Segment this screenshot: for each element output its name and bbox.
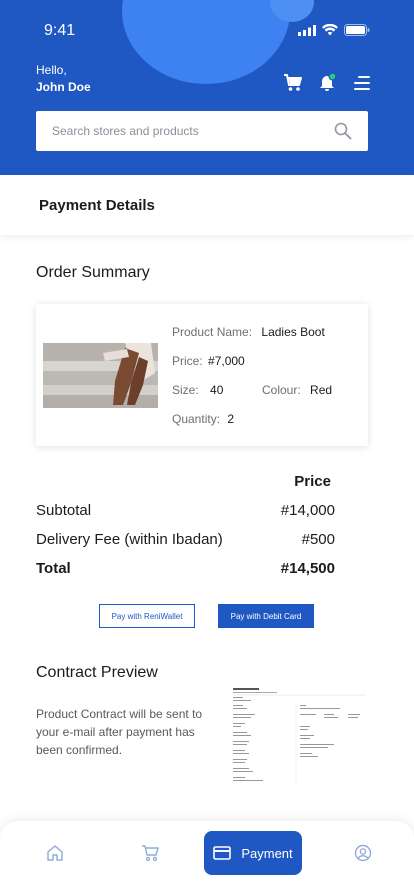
search-bar[interactable] <box>36 111 368 151</box>
page-title: Payment Details <box>39 196 155 214</box>
bottom-navigation: Payment <box>0 821 414 885</box>
battery-icon <box>344 24 370 36</box>
product-card: Product Name: Ladies Boot Price: #7,000 … <box>36 304 368 446</box>
user-name: John Doe <box>36 80 91 94</box>
contract-document-thumbnail[interactable] <box>230 686 370 790</box>
product-name-label: Product Name: <box>172 325 253 339</box>
total-label: Total <box>36 560 71 577</box>
menu-icon[interactable] <box>352 74 372 92</box>
price-column-header: Price <box>294 473 331 490</box>
subtotal-label: Subtotal <box>36 502 92 519</box>
status-time: 9:41 <box>44 22 76 39</box>
nav-profile[interactable] <box>351 841 375 865</box>
signal-icon <box>298 24 316 36</box>
product-colour-value: Red <box>310 383 333 397</box>
product-quantity-label: Quantity: <box>172 412 221 426</box>
delivery-fee-label: Delivery Fee (within Ibadan) <box>36 531 223 548</box>
product-colour-row: Colour: Red <box>262 383 332 397</box>
total-value: #14,500 <box>280 560 335 577</box>
pay-with-reniwallet-button[interactable]: Pay with ReniWallet <box>99 604 195 628</box>
greeting-text: Hello, <box>36 63 67 77</box>
search-icon[interactable] <box>334 122 352 140</box>
product-image <box>43 343 158 408</box>
nav-cart[interactable] <box>138 841 162 865</box>
product-price-row: Price: #7,000 <box>172 354 245 368</box>
search-input[interactable] <box>52 124 334 138</box>
pay-with-debit-card-button[interactable]: Pay with Debit Card <box>218 604 314 628</box>
product-size-value: 40 <box>210 383 224 397</box>
contract-description: Product Contract will be sent to your e-… <box>36 707 203 757</box>
product-quantity-value: 2 <box>227 412 235 426</box>
product-name-row: Product Name: Ladies Boot <box>172 325 325 339</box>
notification-bell-icon[interactable] <box>318 72 338 92</box>
product-name-value: Ladies Boot <box>261 325 325 339</box>
wifi-icon <box>322 24 338 36</box>
contract-preview-title: Contract Preview <box>36 664 158 681</box>
home-icon <box>47 845 63 861</box>
app-header: 9:41 Hello, John Doe <box>0 0 414 175</box>
product-colour-label: Colour: <box>262 383 301 397</box>
page-title-bar: Payment Details <box>0 175 414 235</box>
subtotal-value: #14,000 <box>280 502 335 519</box>
status-icons <box>298 24 370 36</box>
profile-icon <box>354 844 372 862</box>
delivery-fee-value: #500 <box>301 531 335 548</box>
order-summary-title: Order Summary <box>36 264 150 281</box>
decorative-circle-large <box>122 0 290 84</box>
cart-icon <box>142 845 159 862</box>
nav-payment[interactable]: Payment <box>204 831 302 875</box>
subtotal-row: Subtotal #14,000 <box>36 502 335 519</box>
delivery-fee-row: Delivery Fee (within Ibadan) #500 <box>36 531 335 548</box>
product-size-label: Size: <box>172 383 199 397</box>
product-size-row: Size: 40 <box>172 383 223 397</box>
total-row: Total #14,500 <box>36 560 335 577</box>
cart-icon[interactable] <box>283 74 303 92</box>
product-price-label: Price: <box>172 354 203 368</box>
nav-payment-label: Payment <box>241 845 293 861</box>
product-price-value: #7,000 <box>208 354 245 368</box>
nav-home[interactable] <box>43 841 67 865</box>
product-quantity-row: Quantity: 2 <box>172 412 234 426</box>
card-icon <box>213 846 232 860</box>
